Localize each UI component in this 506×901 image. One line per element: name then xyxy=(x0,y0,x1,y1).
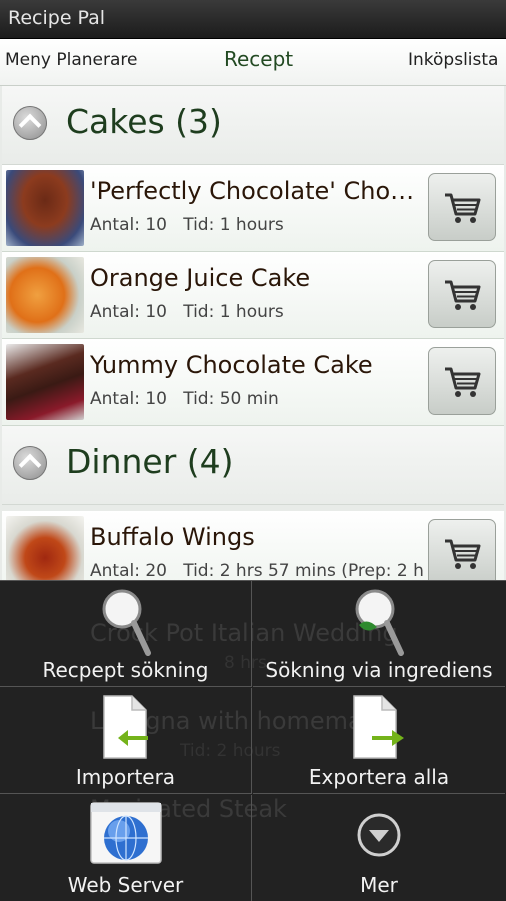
menu-label: Web Server xyxy=(67,873,184,897)
recipe-time: Tid: 1 hours xyxy=(183,215,284,235)
tab-meny-planerare[interactable]: Meny Planerare xyxy=(5,50,137,70)
group-title: Cakes (3) xyxy=(66,102,222,141)
cart-icon xyxy=(445,280,481,310)
recipe-title: Orange Juice Cake xyxy=(90,264,311,292)
menu-export-all[interactable]: Exportera alla xyxy=(253,688,505,794)
recipe-row[interactable]: 'Perfectly Chocolate' Chocolate Cake Ant… xyxy=(2,165,504,252)
recipe-title: Buffalo Wings xyxy=(90,523,255,551)
menu-label: Mer xyxy=(360,873,398,897)
add-to-cart-button[interactable] xyxy=(428,173,496,241)
tab-recept[interactable]: Recept xyxy=(224,47,293,71)
more-chevron-icon xyxy=(357,813,401,857)
collapse-chevron-up-icon[interactable] xyxy=(13,446,47,480)
recipe-list[interactable]: Cakes (3) 'Perfectly Chocolate' Chocolat… xyxy=(2,86,504,580)
cart-icon xyxy=(445,539,481,569)
recipe-time: Tid: 50 min xyxy=(183,389,279,409)
recipe-thumbnail xyxy=(6,516,84,580)
recipe-servings: Antal: 10 xyxy=(90,389,167,409)
recipe-servings: Antal: 10 xyxy=(90,302,167,322)
recipe-row[interactable]: Yummy Chocolate Cake Antal: 10 Tid: 50 m… xyxy=(2,339,504,426)
menu-import[interactable]: Importera xyxy=(0,688,252,794)
tab-bar: Meny Planerare Recept Inköpslista xyxy=(0,39,506,122)
recipe-meta: Antal: 10 Tid: 50 min xyxy=(90,389,279,409)
add-to-cart-button[interactable] xyxy=(428,260,496,328)
menu-label: Recpept sökning xyxy=(42,658,209,682)
recipe-servings: Antal: 20 xyxy=(90,561,167,580)
recipe-time: Tid: 2 hrs 57 mins (Prep: 2 h xyxy=(183,561,424,580)
group-title: Dinner (4) xyxy=(66,442,234,481)
recipe-row[interactable]: Orange Juice Cake Antal: 10 Tid: 1 hours xyxy=(2,252,504,339)
menu-more[interactable]: Mer xyxy=(253,795,505,901)
export-document-icon xyxy=(353,695,404,759)
menu-ingredient-search[interactable]: Sökning via ingrediens xyxy=(253,581,505,687)
menu-label: Sökning via ingrediens xyxy=(265,658,493,682)
recipe-row[interactable]: Buffalo Wings Antal: 20 Tid: 2 hrs 57 mi… xyxy=(2,511,504,580)
add-to-cart-button[interactable] xyxy=(428,519,496,580)
recipe-title: Yummy Chocolate Cake xyxy=(90,351,373,379)
menu-web-server[interactable]: Web Server xyxy=(0,795,252,901)
cart-icon xyxy=(445,193,481,223)
magnifier-leaf-icon xyxy=(355,589,404,656)
tab-inkopslista[interactable]: Inköpslista xyxy=(408,50,498,70)
recipe-time: Tid: 1 hours xyxy=(183,302,284,322)
add-to-cart-button[interactable] xyxy=(428,347,496,415)
app-title: Recipe Pal xyxy=(8,7,106,29)
collapse-chevron-up-icon[interactable] xyxy=(13,106,47,140)
title-bar: Recipe Pal xyxy=(0,0,506,39)
cart-icon xyxy=(445,367,481,397)
recipe-thumbnail xyxy=(6,257,84,333)
recipe-meta: Antal: 20 Tid: 2 hrs 57 mins (Prep: 2 h xyxy=(90,561,424,580)
recipe-meta: Antal: 10 Tid: 1 hours xyxy=(90,302,284,322)
group-header-dinner[interactable]: Dinner (4) xyxy=(2,426,504,505)
magnifier-icon xyxy=(102,589,151,656)
import-document-icon xyxy=(102,695,148,759)
recipe-meta: Antal: 10 Tid: 1 hours xyxy=(90,215,284,235)
options-menu: Crock Pot Italian Wedding 8 hrs Lasagna … xyxy=(0,580,506,901)
globe-window-icon xyxy=(89,802,162,864)
menu-recipe-search[interactable]: Recpept sökning xyxy=(0,581,252,687)
recipe-title: 'Perfectly Chocolate' Chocolate Cake xyxy=(90,177,424,205)
recipe-thumbnail xyxy=(6,170,84,246)
menu-label: Exportera alla xyxy=(308,765,450,789)
recipe-servings: Antal: 10 xyxy=(90,215,167,235)
menu-label: Importera xyxy=(75,765,176,789)
group-header-cakes[interactable]: Cakes (3) xyxy=(2,86,504,165)
recipe-thumbnail xyxy=(6,344,84,420)
